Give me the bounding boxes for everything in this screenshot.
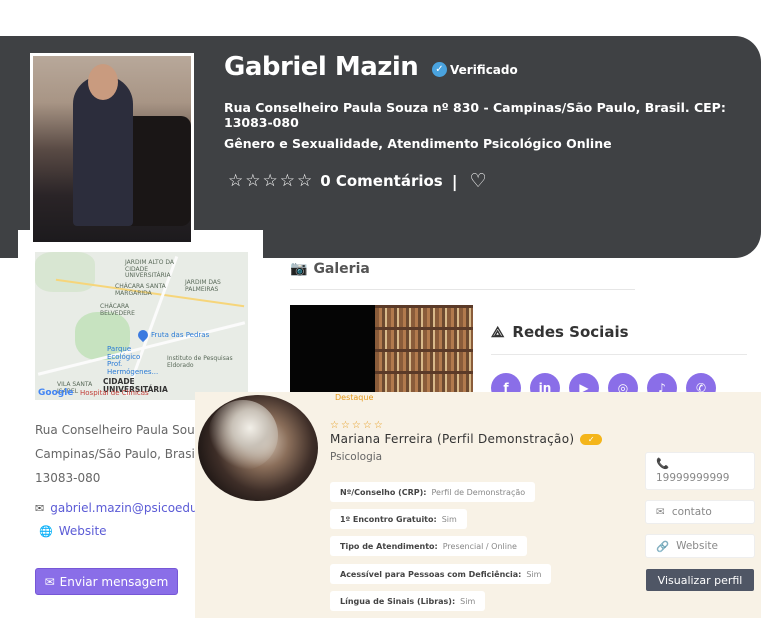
website-link[interactable]: 🌐 Website [39, 524, 107, 538]
field-first-meeting: 1º Encontro Gratuito: Sim [330, 509, 467, 529]
map-label: Fruta das Pedras [151, 331, 210, 339]
separator: | [451, 171, 458, 191]
gallery-image[interactable] [290, 305, 475, 395]
contact-button[interactable]: ✉ contato [645, 500, 755, 524]
gallery-heading: 📷 Galeria [290, 261, 370, 277]
profile-photo [30, 53, 194, 245]
camera-icon: 📷 [290, 261, 308, 277]
phone-icon: 📞 [656, 458, 670, 470]
field-libras: Língua de Sinais (Libras): Sim [330, 591, 486, 611]
check-badge-icon: ✓ [432, 62, 447, 77]
social-heading: ⟁ Redes Sociais [491, 323, 629, 341]
listing-card: Destaque ☆☆☆☆☆ Mariana Ferreira (Perfil … [195, 392, 761, 618]
rating-row: ☆☆☆☆☆ 0 Comentários | ♡ [228, 171, 487, 191]
profile-name: Gabriel Mazin [224, 52, 419, 82]
divider [491, 354, 747, 355]
avatar[interactable] [198, 395, 318, 501]
map-panel: JARDIM ALTO DA CIDADE UNIVERSITÁRIA CHÁC… [18, 230, 263, 402]
envelope-icon: ✉ [35, 501, 45, 515]
card-name[interactable]: Mariana Ferreira (Perfil Demonstração) ✓ [330, 432, 603, 446]
map-label: Hospital de Clínicas [80, 389, 149, 397]
map-label: CHÁCARA SANTA MARGARIDA [115, 283, 166, 297]
envelope-icon: ✉ [44, 574, 55, 589]
map-label: JARDIM ALTO DA CIDADE UNIVERSITÁRIA [125, 259, 174, 280]
rating-stars: ☆☆☆☆☆ [330, 420, 385, 431]
field-crp: Nº/Conselho (CRP): Perfil de Demonstração [330, 482, 536, 502]
field-service-type: Tipo de Atendimento: Presencial / Online [330, 536, 527, 556]
featured-label: Destaque [335, 393, 374, 402]
globe-icon: 🌐 [39, 524, 53, 538]
profile-categories[interactable]: Gênero e Sexualidade, Atendimento Psicol… [224, 136, 612, 151]
map[interactable]: JARDIM ALTO DA CIDADE UNIVERSITÁRIA CHÁC… [35, 252, 248, 400]
website-button[interactable]: 🔗 Website [645, 534, 755, 558]
rating-stars[interactable]: ☆☆☆☆☆ [228, 171, 314, 191]
divider [290, 289, 635, 290]
link-icon: 🔗 [656, 540, 670, 553]
map-label: JARDIM DAS PALMEIRAS [185, 279, 221, 293]
heart-icon[interactable]: ♡ [470, 171, 487, 191]
phone-box[interactable]: 📞 19999999999 [645, 452, 755, 490]
profile-address: Rua Conselheiro Paula Souza nº 830 - Cam… [224, 100, 726, 130]
field-accessibility: Acessível para Pessoas com Deficiência: S… [330, 564, 552, 584]
verified-label: Verificado [450, 62, 518, 77]
share-icon: ⟁ [491, 323, 505, 341]
contact-address: Rua Conselheiro Paula Souza Campinas/São… [35, 423, 205, 485]
verified-badge: ✓ Verificado [432, 62, 518, 77]
comments-count[interactable]: 0 Comentários [320, 172, 443, 190]
map-label: CHÁCARA BELVEDERE [100, 303, 135, 317]
envelope-icon: ✉ [656, 506, 665, 518]
verified-badge-icon: ✓ [580, 434, 603, 445]
email-link[interactable]: ✉ gabriel.mazin@psicoeduca [35, 501, 200, 515]
google-logo: Google [38, 388, 74, 398]
map-label: Parque Ecológico Prof. Hermógenes... [107, 345, 159, 377]
map-label: Instituto de Pesquisas Eldorado [167, 355, 233, 369]
view-profile-button[interactable]: Visualizar perfil [646, 569, 754, 591]
send-message-button[interactable]: ✉ Enviar mensagem [35, 568, 178, 595]
specialty: Psicologia [330, 451, 383, 463]
